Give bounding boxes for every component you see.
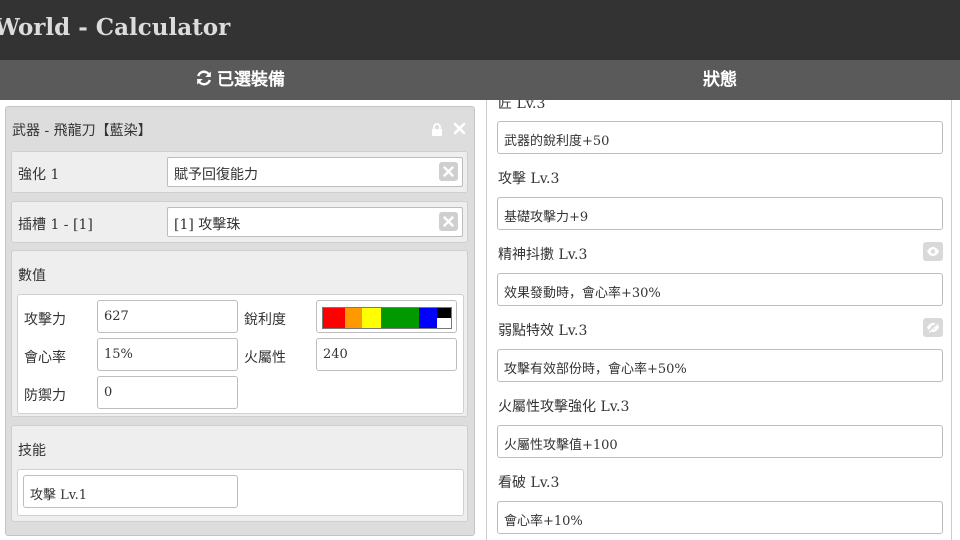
eye-icon: [927, 247, 939, 256]
close-icon[interactable]: [453, 122, 466, 135]
enhance-select[interactable]: 賦予回復能力: [167, 157, 463, 187]
crit-field: 15%: [97, 338, 238, 371]
status-skill-desc: 火屬性攻擊值+100: [497, 425, 943, 458]
eye-slash-icon: [927, 322, 939, 333]
toggle-visibility-button[interactable]: [923, 318, 943, 337]
defense-label: 防禦力: [24, 388, 66, 404]
sharpness-yellow: [362, 308, 381, 328]
status-skill-title: 火屬性攻擊強化 Lv.3: [498, 399, 630, 415]
stats-label: 數值: [18, 268, 46, 284]
slot-row: 插槽 1 - [1] [1] 攻擊珠: [11, 201, 468, 243]
sharpness-bar: [322, 307, 452, 329]
sharpness-label: 銳利度: [244, 312, 286, 328]
sharpness-blue: [419, 308, 437, 328]
fire-field: 240: [316, 338, 457, 371]
defense-value: 0: [104, 385, 113, 400]
status-skill-desc-text: 基礎攻擊力+9: [504, 210, 589, 225]
clear-icon: [443, 166, 454, 177]
sharpness-red: [323, 308, 345, 328]
weapon-panel: 武器 - 飛龍刀【藍染】 強化 1 賦予回復能力 插槽 1 - [1] [1] …: [5, 106, 475, 536]
crit-value: 15%: [104, 347, 133, 362]
skill-item: 攻擊 Lv.1: [23, 475, 238, 508]
enhance-row: 強化 1 賦予回復能力: [11, 151, 468, 193]
clear-icon: [443, 216, 454, 227]
lock-icon[interactable]: [431, 123, 443, 136]
tab-bar: 已選裝備 狀態: [0, 60, 960, 100]
top-bar: World - Calculator: [0, 0, 960, 60]
attack-field: 627: [97, 300, 238, 333]
slot-label: 插槽 1 - [1]: [18, 217, 93, 233]
skills-section: 技能 攻擊 Lv.1: [11, 425, 468, 522]
slot-select[interactable]: [1] 攻擊珠: [167, 207, 463, 237]
skills-list: 攻擊 Lv.1: [17, 469, 464, 516]
sharpness-field: [316, 300, 457, 333]
sharpness-orange: [345, 308, 362, 328]
refresh-icon[interactable]: [195, 69, 213, 87]
defense-field: 0: [97, 376, 238, 409]
weapon-panel-header: 武器 - 飛龍刀【藍染】: [6, 107, 474, 149]
status-skill-title: 匠 Lv.3: [498, 100, 546, 112]
toggle-visibility-button[interactable]: [923, 242, 943, 261]
status-skill-desc: 效果發動時，會心率+30%: [497, 273, 943, 306]
enhance-clear-button[interactable]: [439, 162, 458, 181]
status-skill-desc: 攻擊有效部份時，會心率+50%: [497, 349, 943, 382]
status-column: 匠 Lv.3 武器的銳利度+50 攻擊 Lv.3 基礎攻擊力+9 精神抖擻 Lv…: [486, 100, 952, 540]
app-title: World - Calculator: [0, 14, 231, 41]
status-skill-desc-text: 會心率+10%: [504, 514, 583, 529]
status-skill-desc-text: 武器的銳利度+50: [504, 134, 610, 149]
crit-label: 會心率: [24, 350, 66, 366]
enhance-value: 賦予回復能力: [174, 167, 258, 183]
sharpness-white-black: [437, 308, 451, 328]
status-skill-desc: 會心率+10%: [497, 501, 943, 534]
slot-value: [1] 攻擊珠: [174, 217, 241, 233]
status-skill-title: 攻擊 Lv.3: [498, 171, 560, 187]
status-skill-desc-text: 攻擊有效部份時，會心率+50%: [504, 362, 687, 377]
enhance-label: 強化 1: [18, 167, 60, 183]
status-skill-desc: 基礎攻擊力+9: [497, 197, 943, 230]
status-skill-desc-text: 火屬性攻擊值+100: [504, 438, 618, 453]
equipment-column: 武器 - 飛龍刀【藍染】 強化 1 賦予回復能力 插槽 1 - [1] [1] …: [0, 100, 480, 540]
weapon-title: 武器 - 飛龍刀【藍染】: [12, 123, 152, 139]
sharpness-green: [381, 308, 419, 328]
skill-item-label: 攻擊 Lv.1: [30, 488, 87, 503]
fire-label: 火屬性: [244, 350, 286, 366]
attack-label: 攻擊力: [24, 312, 66, 328]
skills-label: 技能: [18, 443, 46, 459]
tab-equipped[interactable]: 已選裝備: [0, 60, 480, 100]
status-skill-desc: 武器的銳利度+50: [497, 121, 943, 154]
tab-status[interactable]: 狀態: [480, 60, 960, 100]
slot-clear-button[interactable]: [439, 212, 458, 231]
tab-equipped-label: 已選裝備: [217, 70, 285, 90]
stats-section: 數值 攻擊力 627 銳利度 會心率 15% 火屬性 240 防禦力 0: [11, 250, 468, 417]
attack-value: 627: [104, 309, 129, 324]
fire-value: 240: [323, 347, 348, 362]
status-skill-title: 看破 Lv.3: [498, 475, 560, 491]
stats-grid: 攻擊力 627 銳利度 會心率 15% 火屬性 240 防禦力 0: [17, 294, 464, 414]
status-skill-title: 精神抖擻 Lv.3: [498, 247, 588, 263]
tab-status-label: 狀態: [703, 70, 737, 90]
status-skill-title: 弱點特效 Lv.3: [498, 323, 588, 339]
status-skill-desc-text: 效果發動時，會心率+30%: [504, 286, 661, 301]
